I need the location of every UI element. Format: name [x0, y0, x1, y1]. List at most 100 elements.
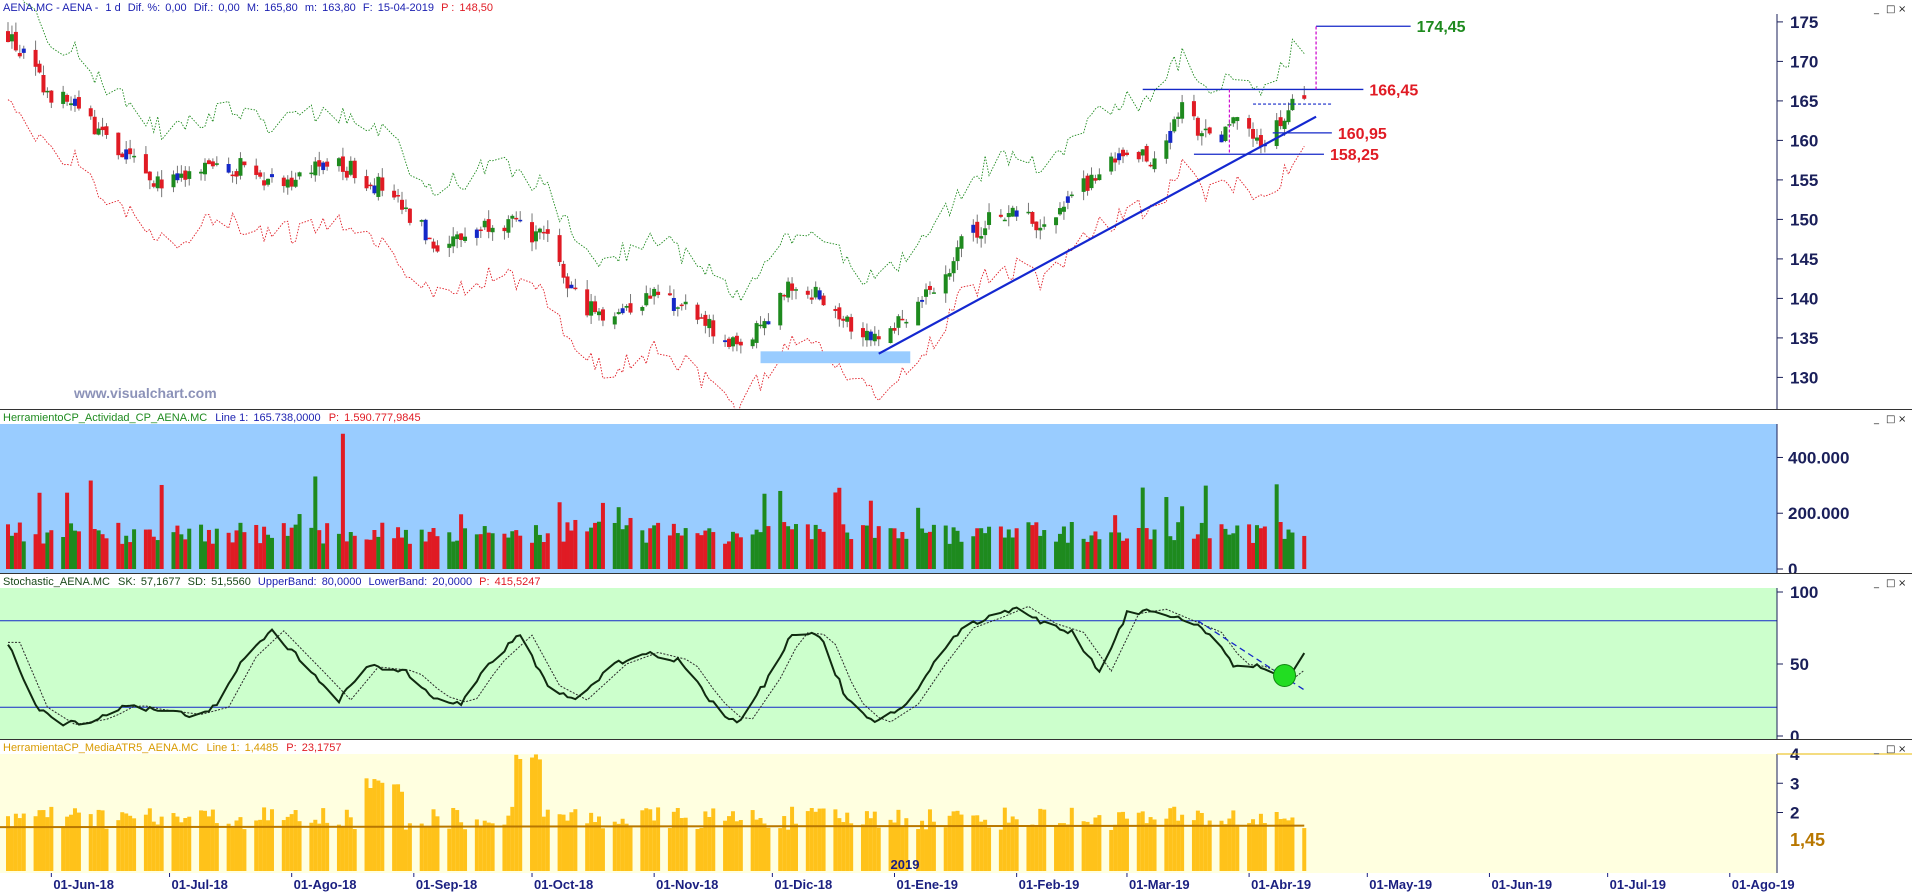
atr-bar	[234, 820, 239, 871]
level-label: 166,45	[1369, 82, 1418, 99]
volume-bar	[151, 536, 156, 569]
volume-bar	[845, 532, 850, 569]
level-label: 174,45	[1417, 19, 1466, 36]
candle-body	[1065, 196, 1070, 203]
atr-bar	[589, 812, 594, 871]
volume-bar	[652, 525, 657, 569]
atr-tick-label: 3	[1790, 774, 1799, 793]
atr-bar	[845, 812, 850, 871]
atr-bar	[92, 826, 97, 871]
candle-body	[786, 281, 791, 298]
volume-bar	[183, 539, 188, 569]
volume-bar	[624, 525, 629, 569]
volume-bar	[750, 534, 755, 569]
candle-body	[203, 162, 207, 175]
volume-bar	[230, 542, 235, 569]
candle-body	[896, 316, 901, 328]
candle-body	[1089, 174, 1094, 189]
atr-bar	[707, 817, 712, 871]
candle-body	[1097, 174, 1102, 181]
atr-bar	[340, 827, 345, 871]
candle-body	[199, 171, 204, 174]
volume-bar	[1191, 538, 1196, 569]
volume-bar	[321, 543, 326, 569]
volume-bar	[766, 526, 771, 569]
atr-bar	[238, 817, 243, 871]
volume-bar	[376, 536, 381, 569]
candle-body	[727, 338, 732, 347]
volume-bar	[143, 529, 148, 569]
volume-bar	[45, 532, 50, 569]
volume-bar	[455, 540, 460, 569]
candle-body	[1164, 140, 1169, 159]
candle-body	[226, 163, 231, 173]
window-button: _	[1873, 414, 1880, 425]
volume-bar	[1164, 497, 1169, 569]
candle-body	[41, 75, 46, 93]
candle-body	[33, 49, 38, 67]
candle-body	[266, 178, 271, 185]
volume-bar	[987, 526, 992, 569]
candle-body	[352, 160, 357, 179]
volume-bar	[364, 539, 369, 569]
candle-body	[490, 227, 495, 233]
candle-body	[1136, 151, 1141, 160]
volume-bar	[372, 530, 377, 569]
atr-bar	[561, 814, 566, 871]
atr-bar	[817, 808, 822, 871]
candle-body	[569, 284, 574, 289]
volume-bar	[6, 524, 10, 569]
atr-bar	[254, 820, 259, 871]
atr-bar	[1030, 824, 1035, 871]
atr-bar	[1065, 824, 1070, 871]
candle-body	[1054, 217, 1059, 226]
volume-bar	[313, 476, 318, 569]
candle-body	[1085, 175, 1090, 191]
atr-bar	[230, 827, 235, 871]
volume-bar	[1195, 534, 1200, 569]
atr-bar	[652, 820, 657, 871]
window-button: _	[1873, 4, 1880, 15]
candle-body	[1172, 119, 1177, 132]
volume-bar	[813, 524, 818, 569]
candle-body	[69, 103, 74, 106]
volume-bar	[707, 528, 712, 569]
atr-bar	[518, 759, 523, 871]
volume-bar	[116, 522, 121, 569]
price-tick-label: 175	[1790, 13, 1818, 32]
candle-body	[128, 148, 133, 155]
atr-bar	[1251, 819, 1256, 871]
atr-bar	[750, 810, 755, 871]
atr-bar	[1136, 812, 1141, 871]
volume-bar	[805, 524, 810, 569]
volume-bar	[1274, 484, 1279, 569]
volume-bar	[1124, 538, 1129, 569]
candle-body	[1195, 117, 1200, 136]
candle-body	[175, 173, 180, 181]
candle-body	[21, 48, 26, 53]
volume-bar	[1180, 506, 1185, 569]
atr-bar	[1069, 807, 1074, 871]
candle-body	[309, 172, 314, 175]
volume-bar	[175, 525, 180, 569]
candle-body	[214, 163, 219, 165]
atr-bar	[1274, 811, 1279, 871]
atr-bar	[723, 820, 728, 871]
volume-bar	[1030, 525, 1035, 569]
date-tick-label: 01-Jul-19	[1610, 877, 1666, 892]
volume-bar	[478, 534, 483, 569]
atr-header: HerramientaCP_MediaATR5_AENA.MC Line 1: …	[3, 742, 342, 754]
candle-body	[482, 220, 487, 228]
volume-bar	[896, 538, 901, 569]
volume-bar	[841, 524, 846, 569]
candle-body	[289, 177, 294, 187]
candle-body	[392, 190, 397, 198]
atr-bar	[975, 815, 980, 871]
atr-bar	[143, 814, 148, 871]
year-marker: 2019	[891, 857, 920, 872]
volume-bar	[648, 528, 653, 569]
atr-bar	[1144, 823, 1149, 871]
window-button: _	[1873, 578, 1880, 589]
volume-bar	[1258, 528, 1263, 569]
volume-bar	[860, 525, 865, 569]
